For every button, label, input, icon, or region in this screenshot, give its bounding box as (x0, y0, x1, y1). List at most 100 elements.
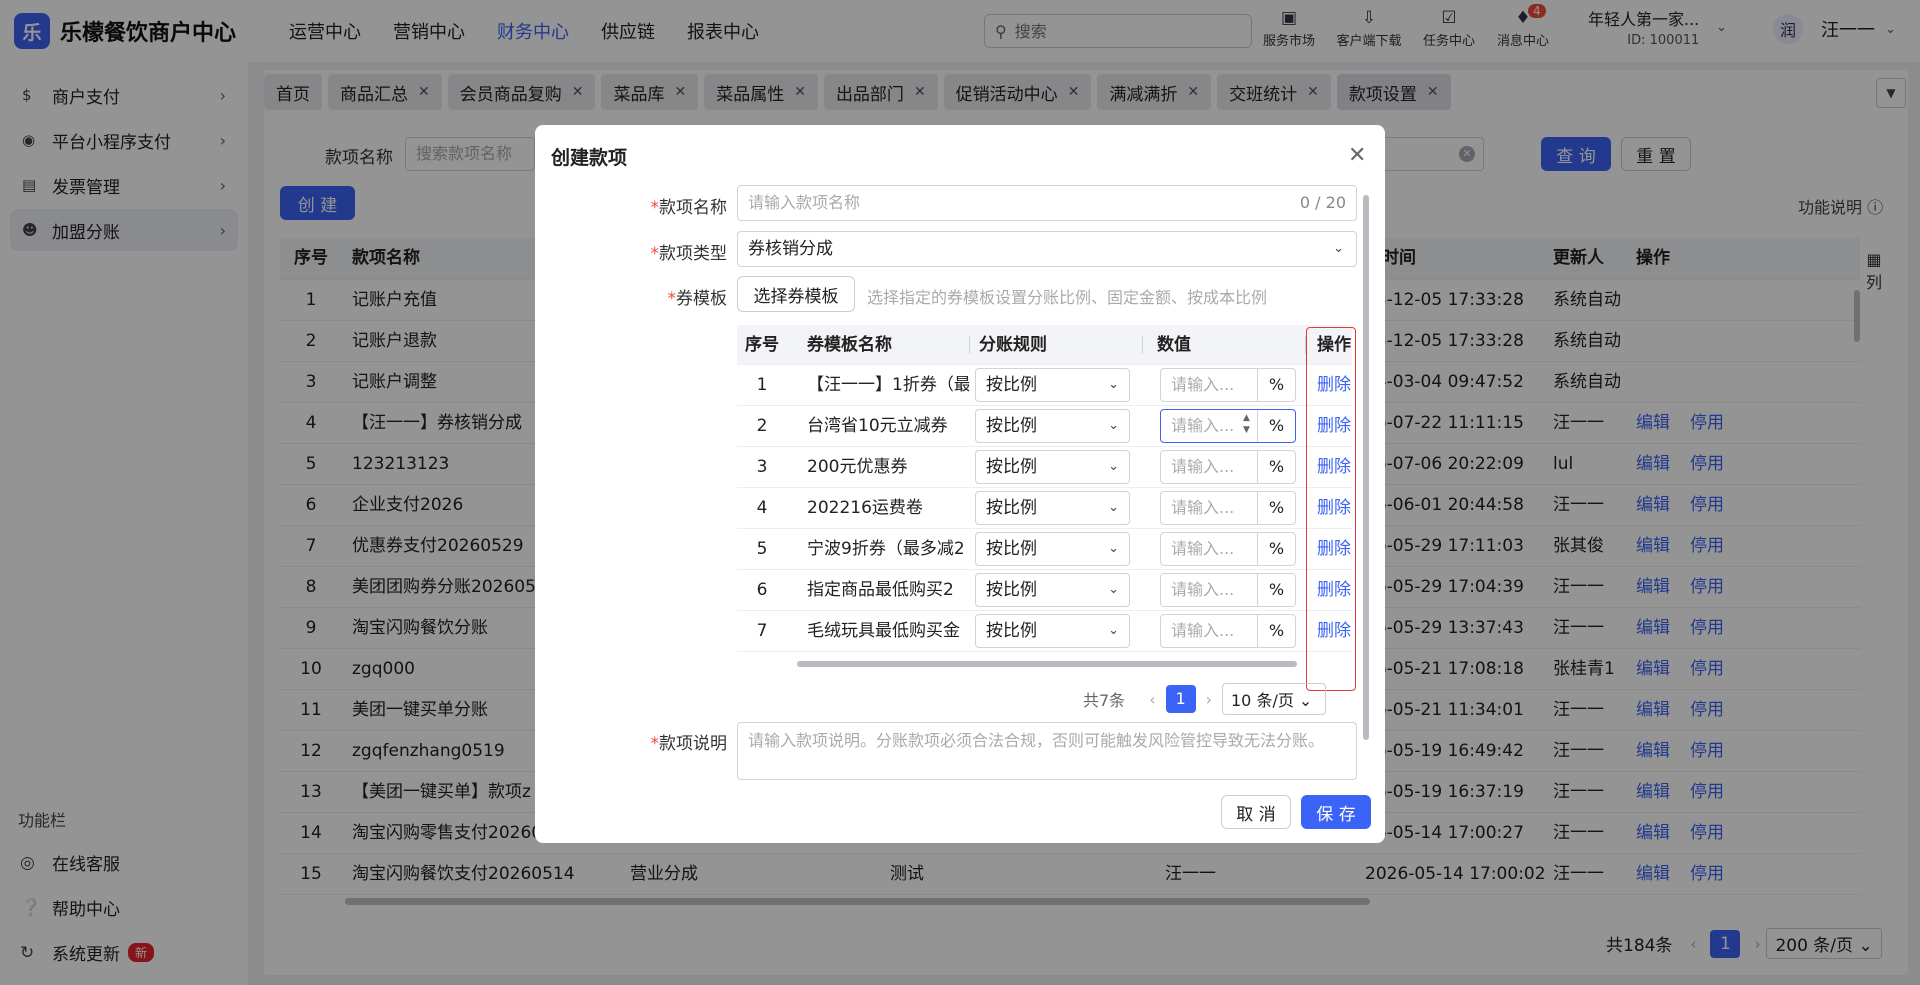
percent-suffix: % (1257, 533, 1295, 565)
prev-page-icon[interactable]: ‹ (1149, 690, 1155, 709)
split-rule-select[interactable]: 按比例 ⌄ (975, 368, 1130, 402)
template-name: 毛绒玩具最低购买金 (807, 621, 960, 641)
template-row-index: 6 (756, 580, 768, 600)
template-row: 2 台湾省10元立减券 按比例 ⌄ 请输入... ▲ ▼% 删除 (737, 406, 1352, 447)
item-description-textarea[interactable]: 请输入款项说明。分账款项必须合法合规，否则可能触发风险管控导致无法分账。 (737, 722, 1357, 780)
dialog-vertical-scrollbar[interactable] (1363, 195, 1369, 740)
split-rule-value: 按比例 (986, 621, 1037, 641)
split-rule-select[interactable]: 按比例 ⌄ (975, 409, 1130, 443)
item-type-value: 券核销分成 (748, 239, 833, 259)
create-item-dialog: 创建款项 ✕ *款项名称 请输入款项名称 0 / 20 *款项类型 券核销分成 … (535, 125, 1385, 843)
template-row-index: 4 (756, 498, 768, 518)
label-text: 款项类型 (659, 244, 727, 264)
chevron-down-icon: ⌄ (1108, 500, 1119, 515)
chevron-down-icon: ⌄ (1108, 623, 1119, 638)
split-rule-value: 按比例 (986, 416, 1037, 436)
chevron-down-icon: ⌄ (1108, 418, 1119, 433)
value-input[interactable]: 请输入...% (1160, 450, 1296, 484)
split-rule-value: 按比例 (986, 498, 1037, 518)
split-rule-value: 按比例 (986, 457, 1037, 477)
template-row: 7 毛绒玩具最低购买金 按比例 ⌄ 请输入...% 删除 (737, 611, 1352, 652)
template-header-cell: 分账规则 (979, 335, 1047, 355)
item-name-input[interactable]: 请输入款项名称 0 / 20 (737, 185, 1357, 221)
stepper-icon[interactable]: ▲ ▼ (1243, 412, 1250, 436)
split-rule-select[interactable]: 按比例 ⌄ (975, 573, 1130, 607)
template-row: 1 【汪一一】1折券（最 按比例 ⌄ 请输入...% 删除 (737, 365, 1352, 406)
char-counter: 0 / 20 (1299, 193, 1346, 212)
value-input[interactable]: 请输入...% (1160, 368, 1296, 402)
field-label-type: *款项类型 (650, 244, 728, 264)
label-text: 款项说明 (659, 734, 727, 754)
template-name: 台湾省10元立减券 (807, 416, 948, 436)
template-table-header: 序号 券模板名称 分账规则 数值 操作 (737, 325, 1352, 365)
chevron-down-icon: ⌄ (1333, 241, 1344, 256)
percent-suffix: % (1257, 492, 1295, 524)
template-row-index: 3 (756, 457, 768, 477)
percent-suffix: % (1257, 451, 1295, 483)
split-rule-select[interactable]: 按比例 ⌄ (975, 450, 1130, 484)
inner-pagination-current-page[interactable]: 1 (1165, 685, 1196, 713)
template-name: 宁波9折券（最多减2 (807, 539, 965, 559)
value-input[interactable]: 请输入... ▲ ▼% (1160, 409, 1296, 443)
inner-horizontal-scrollbar[interactable] (797, 661, 1297, 667)
chevron-down-icon: ⌄ (1108, 541, 1119, 556)
column-divider[interactable] (969, 336, 970, 354)
split-rule-select[interactable]: 按比例 ⌄ (975, 532, 1130, 566)
label-text: 券模板 (676, 289, 727, 309)
template-row: 4 202216运费卷 按比例 ⌄ 请输入...% 删除 (737, 488, 1352, 529)
percent-suffix: % (1257, 410, 1295, 442)
cancel-button[interactable]: 取 消 (1221, 795, 1291, 829)
value-input[interactable]: 请输入...% (1160, 573, 1296, 607)
value-placeholder: 请输入... (1171, 457, 1235, 476)
label-text: 款项名称 (659, 198, 727, 218)
item-name-placeholder: 请输入款项名称 (748, 193, 861, 212)
template-row-index: 1 (756, 375, 768, 395)
template-row-index: 2 (756, 416, 768, 436)
template-header-cell: 序号 (745, 335, 779, 355)
value-placeholder: 请输入... (1171, 539, 1235, 558)
percent-suffix: % (1257, 369, 1295, 401)
choose-template-hint: 选择指定的券模板设置分账比例、固定金额、按成本比例 (867, 288, 1268, 307)
item-type-select[interactable]: 券核销分成 ⌄ (737, 231, 1357, 267)
template-name: 202216运费卷 (807, 498, 923, 518)
percent-suffix: % (1257, 574, 1295, 606)
split-rule-value: 按比例 (986, 580, 1037, 600)
template-header-cell: 数值 (1157, 335, 1191, 355)
value-placeholder: 请输入... (1171, 580, 1235, 599)
value-input[interactable]: 请输入...% (1160, 532, 1296, 566)
choose-template-button[interactable]: 选择券模板 (737, 276, 855, 312)
chevron-down-icon: ⌄ (1108, 377, 1119, 392)
percent-suffix: % (1257, 615, 1295, 647)
value-placeholder: 请输入... (1171, 621, 1235, 640)
column-divider[interactable] (1142, 336, 1143, 354)
split-rule-value: 按比例 (986, 375, 1037, 395)
field-label-name: *款项名称 (650, 198, 728, 218)
template-name: 【汪一一】1折券（最 (807, 375, 969, 395)
split-rule-select[interactable]: 按比例 ⌄ (975, 491, 1130, 525)
template-row: 3 200元优惠券 按比例 ⌄ 请输入...% 删除 (737, 447, 1352, 488)
app-root: 乐 乐檬餐饮商户中心 运营中心 营销中心 财务中心 供应链 报表中心 ⚲ ▣ 服… (0, 0, 1920, 985)
value-placeholder: 请输入... (1171, 498, 1235, 517)
field-label-desc: *款项说明 (650, 734, 728, 754)
template-row: 6 指定商品最低购买2 按比例 ⌄ 请输入...% 删除 (737, 570, 1352, 611)
template-row-index: 5 (756, 539, 768, 559)
split-rule-select[interactable]: 按比例 ⌄ (975, 614, 1130, 648)
chevron-down-icon: ⌄ (1108, 459, 1119, 474)
template-name: 指定商品最低购买2 (807, 580, 954, 600)
template-row-index: 7 (756, 621, 768, 641)
save-button[interactable]: 保 存 (1301, 795, 1371, 829)
template-name: 200元优惠券 (807, 457, 908, 477)
inner-page-size-select[interactable]: 10 条/页 ⌄ (1222, 683, 1326, 715)
next-page-icon[interactable]: › (1206, 690, 1212, 709)
operation-column-highlight (1306, 327, 1356, 691)
inner-page-size-value: 10 条/页 (1231, 691, 1294, 710)
value-input[interactable]: 请输入...% (1160, 491, 1296, 525)
template-row: 5 宁波9折券（最多减2 按比例 ⌄ 请输入...% 删除 (737, 529, 1352, 570)
dialog-title: 创建款项 (551, 147, 628, 169)
field-label-template: *券模板 (667, 289, 728, 309)
value-input[interactable]: 请输入...% (1160, 614, 1296, 648)
inner-pagination-total: 共7条 (1083, 691, 1126, 710)
split-rule-value: 按比例 (986, 539, 1037, 559)
chevron-down-icon: ⌄ (1108, 582, 1119, 597)
close-icon[interactable]: ✕ (1348, 143, 1366, 168)
